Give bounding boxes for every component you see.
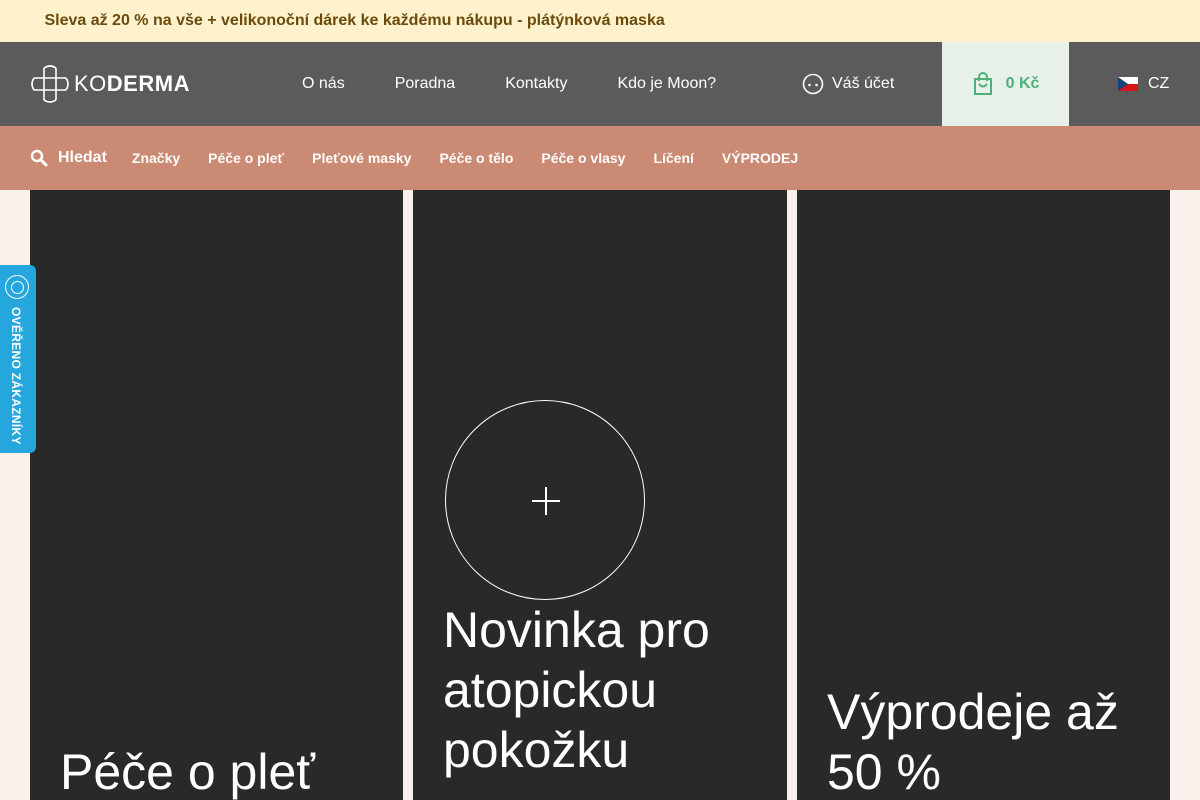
nav-item-moon[interactable]: Kdo je Moon?: [617, 75, 716, 93]
verified-by-customers-tab[interactable]: OVĚŘENO ZÁKAZNÍKY: [0, 265, 36, 453]
koderma-logo[interactable]: KODERMA: [30, 64, 190, 104]
card-title: Výprodeje až 50 %: [827, 684, 1119, 800]
cart-total: 0 Kč: [1005, 75, 1040, 92]
czech-flag-icon: [1118, 77, 1138, 91]
nav-item-about[interactable]: O nás: [302, 75, 345, 93]
verified-badge-icon: [5, 275, 29, 299]
promo-card-sale[interactable]: Výprodeje až 50 %: [797, 190, 1170, 800]
koderma-logo-icon: [31, 65, 69, 103]
card-title: Péče o pleť: [60, 744, 316, 800]
account-link[interactable]: Váš účet: [802, 42, 894, 126]
top-navigation-bar: KODERMA O nás Poradna Kontakty Kdo je Mo…: [0, 42, 1200, 126]
category-sale[interactable]: VÝPRODEJ: [722, 150, 798, 166]
promo-banner[interactable]: Sleva až 20 % na vše + velikonoční dárek…: [0, 0, 1200, 42]
category-face-masks[interactable]: Pleťové masky: [312, 150, 411, 166]
logo-text-light: KO: [74, 71, 107, 96]
promo-card-atopic-skin[interactable]: Novinka pro atopickou pokožku: [413, 190, 787, 800]
language-switcher[interactable]: CZ: [1118, 42, 1169, 126]
category-bar: Hledat Značky Péče o pleť Pleťové masky …: [0, 126, 1200, 190]
category-brands[interactable]: Značky: [132, 150, 180, 166]
category-body-care[interactable]: Péče o tělo: [439, 150, 513, 166]
search-icon: [30, 149, 48, 167]
logo-text-bold: DERMA: [106, 71, 190, 96]
search-button[interactable]: Hledat: [30, 149, 107, 167]
cart-button[interactable]: 0 Kč: [942, 42, 1069, 126]
nav-item-contacts[interactable]: Kontakty: [505, 75, 567, 93]
plus-icon[interactable]: [445, 400, 645, 600]
search-label: Hledat: [58, 149, 107, 166]
account-label: Váš účet: [832, 75, 895, 92]
card-title: Novinka pro atopickou pokožku: [443, 602, 710, 778]
category-hair-care[interactable]: Péče o vlasy: [541, 150, 625, 166]
logo-text: KODERMA: [74, 71, 190, 97]
verified-label: OVĚŘENO ZÁKAZNÍKY: [9, 307, 23, 445]
category-makeup[interactable]: Líčení: [653, 150, 693, 166]
language-label: CZ: [1148, 75, 1170, 92]
promo-text: Sleva až 20 % na vše + velikonoční dárek…: [44, 12, 665, 29]
promo-card-skin-care[interactable]: Péče o pleť: [30, 190, 403, 800]
category-skin-care[interactable]: Péče o pleť: [208, 150, 284, 166]
nav-item-advice[interactable]: Poradna: [395, 75, 456, 93]
account-icon: [802, 73, 824, 95]
shopping-bag-icon: [973, 72, 992, 95]
main-nav: O nás Poradna Kontakty Kdo je Moon?: [302, 42, 766, 126]
